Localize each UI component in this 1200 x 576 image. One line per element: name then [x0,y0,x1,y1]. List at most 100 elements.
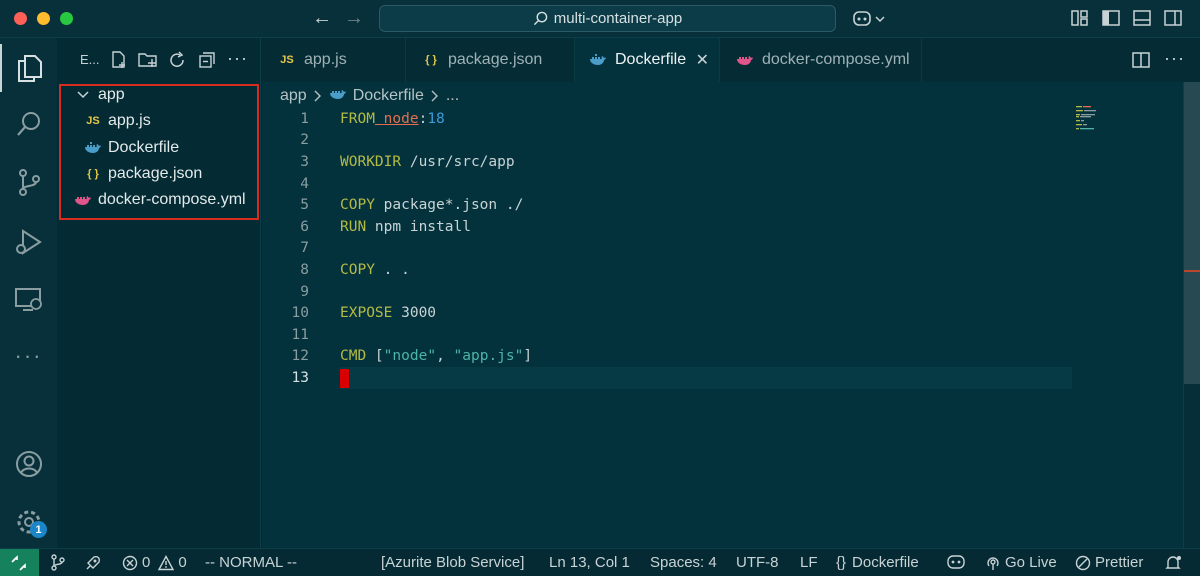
search-icon[interactable] [0,100,57,148]
toggle-secondary-sidebar-icon[interactable] [1164,9,1182,27]
explorer-title: E... [80,52,100,67]
tab-app-js[interactable]: JS app.js [262,38,406,82]
tree-item-app-js[interactable]: JS app.js [84,108,150,134]
chevron-down-icon [77,91,89,99]
go-live-button[interactable]: Go Live [985,554,1057,571]
line-number: 7 [300,240,309,257]
docker-compose-icon [736,54,754,66]
tab-dockerfile[interactable]: Dockerfile ✕ [575,38,720,82]
docker-whale-icon [329,87,347,105]
code-line[interactable]: 6 RUN npm install [262,216,1082,238]
manage-gear-icon[interactable] [0,498,57,546]
explorer-icon[interactable] [0,44,57,92]
remote-indicator[interactable] [0,549,39,576]
source-control-icon[interactable] [0,158,57,206]
editor-more-actions-icon[interactable]: ··· [1164,48,1185,69]
more-views-icon[interactable]: ··· [0,332,57,380]
problems-indicator[interactable]: 0 0 [122,554,187,571]
scrollbar-marker [1184,270,1200,272]
error-count: 0 [142,554,151,571]
new-file-icon[interactable] [110,51,128,69]
json-file-icon: { } [87,168,99,180]
line-code: COPY . . [340,261,410,278]
tree-item-label: docker-compose.yml [98,191,246,208]
accounts-icon[interactable] [0,440,57,488]
search-icon [533,11,548,26]
line-number: 5 [300,197,309,214]
remote-explorer-icon[interactable] [0,276,57,324]
tab-label: Dockerfile [615,51,687,68]
tree-item-package-json[interactable]: { } package.json [84,161,202,187]
status-bar: 0 0 -- NORMAL -- [Azurite Blob Service] … [0,548,1200,576]
source-control-branch-icon[interactable] [50,554,70,571]
chevron-right-icon [314,90,321,102]
copilot-icon[interactable] [852,9,886,29]
code-line[interactable]: 1 FROM node:18 [262,108,1082,130]
breadcrumb-file[interactable]: Dockerfile [353,87,424,105]
code-line[interactable]: 8 COPY . . [262,259,1082,281]
scrollbar-thumb[interactable] [1184,82,1200,384]
code-line[interactable]: 9 [262,281,1082,303]
code-line[interactable]: 7 [262,238,1082,260]
activity-bar: ··· 1 [0,38,57,548]
forward-arrow-icon[interactable]: → [344,7,364,30]
language-mode[interactable]: {} Dockerfile [836,554,919,571]
tab-label: docker-compose.yml [762,51,910,68]
editor-tab-bar: JS app.js { } package.json Dockerfile ✕ … [262,38,1200,82]
azurite-status[interactable]: [Azurite Blob Service] [381,554,524,571]
tree-item-dockerfile[interactable]: Dockerfile [84,135,179,161]
cursor-position[interactable]: Ln 13, Col 1 [549,554,630,571]
breadcrumb-more[interactable]: ... [446,87,459,105]
tree-item-label: Dockerfile [108,139,180,156]
back-arrow-icon[interactable]: ← [312,7,332,30]
collapse-all-icon[interactable] [198,51,216,69]
indentation[interactable]: Spaces: 4 [650,554,717,571]
javascript-file-icon: JS [86,115,100,127]
breadcrumb-folder[interactable]: app [280,87,307,105]
minimap[interactable] [1074,106,1114,146]
line-number: 1 [300,110,309,127]
vim-mode: -- NORMAL -- [205,554,297,571]
encoding[interactable]: UTF-8 [736,554,779,571]
code-line[interactable]: 2 [262,130,1082,152]
notifications-bell-icon[interactable] [1164,554,1186,572]
docker-compose-icon [74,194,92,206]
line-code: FROM node:18 [340,110,445,127]
end-of-line[interactable]: LF [800,554,818,571]
code-line[interactable]: 5 COPY package*.json ./ [262,194,1082,216]
code-line[interactable]: 13 [262,367,1082,389]
tab-label: app.js [304,51,347,68]
toggle-panel-icon[interactable] [1133,9,1151,27]
maximize-window-button[interactable] [60,12,73,25]
tree-folder-app[interactable]: app [76,82,125,108]
tab-package-json[interactable]: { } package.json [406,38,575,82]
prettier-check-icon [1075,555,1091,570]
code-lines: 1 FROM node:18 2 3 WORKDIR /usr/src/app 4 5 COP… [262,108,1082,398]
customize-layout-icon[interactable] [1071,9,1089,27]
tree-item-docker-compose[interactable]: docker-compose.yml [74,187,246,213]
new-folder-icon[interactable] [138,51,158,69]
close-window-button[interactable] [14,12,27,25]
split-editor-icon[interactable] [1132,51,1150,69]
tab-docker-compose[interactable]: docker-compose.yml [720,38,922,82]
command-center-search[interactable]: multi-container-app [379,5,836,32]
more-actions-icon[interactable]: ··· [227,48,248,69]
toggle-primary-sidebar-icon[interactable] [1102,9,1120,27]
warning-count: 0 [178,554,187,571]
explorer-sidebar: E... ··· app JS app.js Dockerfile { } pa… [57,38,261,548]
run-and-debug-icon[interactable] [0,218,57,266]
code-line[interactable]: 3 WORKDIR /usr/src/app [262,151,1082,173]
close-tab-icon[interactable]: ✕ [696,50,709,70]
code-line[interactable]: 10 EXPOSE 3000 [262,302,1082,324]
code-line[interactable]: 11 [262,324,1082,346]
braces-icon: {} [836,554,847,571]
refresh-icon[interactable] [168,51,186,69]
minimize-window-button[interactable] [37,12,50,25]
prettier-button[interactable]: Prettier [1075,554,1143,571]
code-line[interactable]: 4 [262,173,1082,195]
line-code: RUN npm install [340,218,471,235]
line-number: 6 [300,218,309,235]
code-line[interactable]: 12 CMD ["node", "app.js"] [262,346,1082,368]
rocket-icon[interactable] [84,554,106,572]
copilot-status-icon[interactable] [947,554,969,570]
